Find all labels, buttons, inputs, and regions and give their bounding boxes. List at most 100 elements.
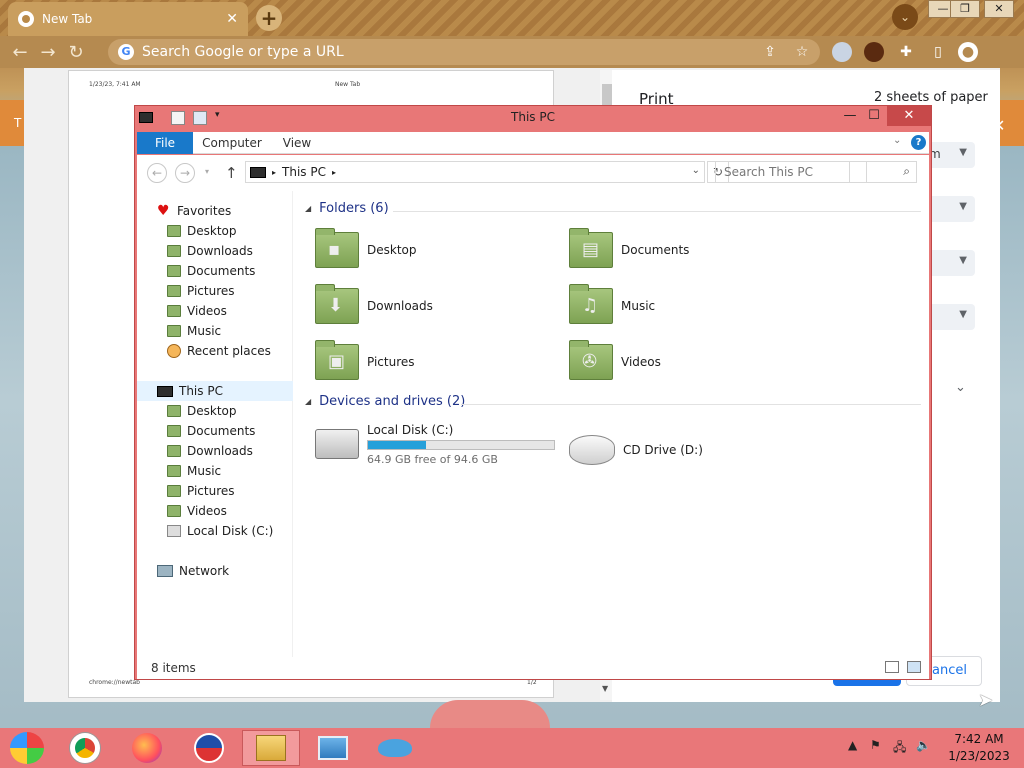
preview-footer-page: 1/2 [527,679,537,686]
tray-overflow-icon[interactable]: ▲ [848,738,857,752]
tab-computer[interactable]: Computer [199,132,265,154]
bookmark-star-icon[interactable]: ☆ [792,42,812,62]
chrome-close-button[interactable]: ✕ [984,0,1014,18]
nav-fav-documents[interactable]: Documents [137,261,293,281]
details-view-icon[interactable] [885,661,899,673]
nav-fav-music[interactable]: Music [137,321,293,341]
profile-icon[interactable]: ● [958,42,978,62]
explorer-title-bar[interactable]: ▾ This PC — ☐ ✕ [135,106,931,130]
folder-documents[interactable]: ▤ Documents [569,227,809,273]
nav-this-pc[interactable]: This PC [137,381,293,401]
tab-search-button[interactable]: ⌄ [892,4,918,30]
folder-pictures[interactable]: ▣ Pictures [315,339,555,385]
favorites-heart-icon: ♥ [157,202,170,219]
nav-pc-local-disk[interactable]: Local Disk (C:) [137,521,293,541]
music-folder-icon: ♫ [569,284,613,324]
omnibox[interactable]: G Search Google or type a URL [108,39,820,65]
back-icon[interactable]: ← [147,163,167,183]
more-settings-chevron-icon[interactable]: ⌄ [955,380,966,395]
back-icon[interactable]: ← [6,42,34,63]
taskbar-chrome[interactable] [56,730,114,766]
expand-ribbon-icon[interactable]: ⌄ [893,135,901,146]
nav-pc-downloads[interactable]: Downloads [137,441,293,461]
nav-pc-pictures[interactable]: Pictures [137,481,293,501]
chevron-down-icon: ▼ [959,201,967,212]
folders-group-header[interactable]: ◢ Folders (6) [305,201,389,216]
chrome-maximize-button[interactable]: ❐ [950,0,980,18]
network-tray-icon[interactable]: 🖧 [893,738,906,759]
folder-desktop[interactable]: ▪ Desktop [315,227,555,273]
address-bar[interactable]: ▸ This PC ▸ ⌄ [245,161,705,183]
browser-tab[interactable]: New Tab ✕ [8,2,248,36]
clock-date: 1/23/2023 [948,749,1010,763]
nav-fav-desktop[interactable]: Desktop [137,221,293,241]
extension-flag-icon[interactable] [832,42,852,62]
up-icon[interactable]: ↑ [225,164,238,182]
nav-pc-desktop[interactable]: Desktop [137,401,293,421]
side-panel-icon[interactable]: ▯ [928,42,948,62]
window-title: This PC [511,110,555,124]
extensions-puzzle-icon[interactable]: ✚ [896,42,916,62]
nav-pc-documents[interactable]: Documents [137,421,293,441]
nav-fav-downloads[interactable]: Downloads [137,241,293,261]
chrome-icon [70,733,100,763]
taskbar-file-explorer[interactable] [242,730,300,766]
taskbar-photos[interactable] [304,730,362,766]
share-icon[interactable]: ⇪ [760,42,780,62]
tab-view[interactable]: View [277,132,317,154]
reload-icon[interactable]: ↻ [62,42,90,63]
folder-downloads[interactable]: ⬇ Downloads [315,283,555,329]
drive-d[interactable]: CD Drive (D:) [569,427,809,473]
taskbar-dolphin[interactable] [366,730,424,766]
start-button[interactable] [10,732,44,764]
scroll-down-icon[interactable]: ▼ [602,684,608,693]
search-icon[interactable]: ⌕ [903,164,910,179]
taskbar-firefox[interactable] [118,730,176,766]
pc-icon [157,385,173,397]
explorer-window: ▾ This PC — ☐ ✕ File Computer View ⌄ ? ←… [134,105,932,680]
chevron-down-icon: ▼ [959,147,967,158]
help-icon[interactable]: ? [911,135,926,150]
collapse-triangle-icon[interactable]: ◢ [305,397,311,406]
drive-c-free-space: 64.9 GB free of 94.6 GB [367,452,498,466]
nav-fav-pictures[interactable]: Pictures [137,281,293,301]
ribbon-tabs: File Computer View ⌄ ? [137,132,929,154]
folder-music[interactable]: ♫ Music [569,283,809,329]
breadcrumb[interactable]: This PC [282,165,326,179]
drive-c[interactable]: Local Disk (C:) 64.9 GB free of 94.6 GB [315,421,575,467]
downloads-folder-icon: ⬇ [315,284,359,324]
nav-fav-recent-places[interactable]: Recent places [137,341,293,361]
tab-close-icon[interactable]: ✕ [226,11,238,27]
recent-locations-icon[interactable]: ▾ [205,167,209,176]
maximize-icon[interactable]: ☐ [859,106,889,126]
extension-avatar-icon[interactable] [864,42,884,62]
forward-icon[interactable]: → [175,163,195,183]
videos-icon [167,305,181,317]
nav-favorites[interactable]: ♥ Favorites [137,201,293,221]
drive-c-usage-bar [367,439,555,450]
taskbar-app-circle[interactable] [180,730,238,766]
pictures-icon [167,485,181,497]
new-tab-button[interactable]: + [256,5,282,31]
nav-pc-videos[interactable]: Videos [137,501,293,521]
address-dropdown-icon[interactable]: ⌄ [692,165,700,176]
devices-group-header[interactable]: ◢ Devices and drives (2) [305,394,465,409]
search-box[interactable]: Search This PC ⌕ [715,161,917,183]
close-icon[interactable]: ✕ [887,106,931,126]
large-icons-view-icon[interactable] [907,661,921,673]
nav-pc-music[interactable]: Music [137,461,293,481]
chevron-down-icon: ▼ [959,255,967,266]
collapse-triangle-icon[interactable]: ◢ [305,204,311,213]
forward-icon[interactable]: → [34,42,62,63]
nav-fav-videos[interactable]: Videos [137,301,293,321]
tab-file[interactable]: File [137,132,193,154]
downloads-icon [167,245,181,257]
folder-videos[interactable]: ✇ Videos [569,339,809,385]
action-center-flag-icon[interactable]: ⚑ [870,738,881,752]
taskbar-clock[interactable]: 7:42 AM 1/23/2023 [940,731,1018,765]
documents-icon [167,265,181,277]
clock-time: 7:42 AM [954,732,1004,746]
nav-network[interactable]: Network [137,561,293,581]
hard-drive-icon [315,429,359,459]
volume-icon[interactable]: 🔈 [916,738,931,752]
